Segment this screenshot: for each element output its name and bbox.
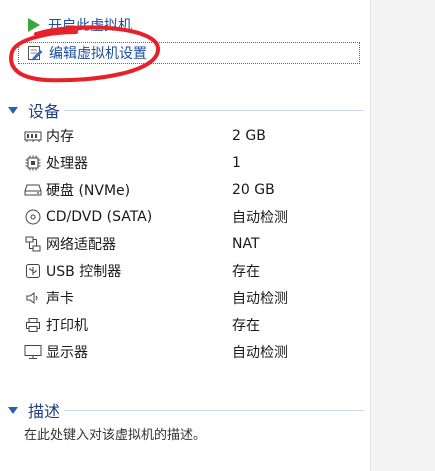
power-on-vm-link[interactable]: 开启此虚拟机 <box>26 14 132 36</box>
device-name: CD/DVD (SATA) <box>46 209 153 225</box>
device-row-processor[interactable]: 处理器 1 <box>24 151 364 175</box>
device-row-sound-card[interactable]: 声卡 自动检测 <box>24 286 364 310</box>
devices-section-header[interactable]: 设备 <box>8 98 60 122</box>
network-adapter-icon <box>24 235 42 253</box>
hard-disk-icon <box>24 181 42 199</box>
cd-dvd-icon <box>24 208 42 226</box>
device-row-display[interactable]: 显示器 自动检测 <box>24 340 364 364</box>
device-row-memory[interactable]: 内存 2 GB <box>24 124 364 148</box>
power-on-label: 开启此虚拟机 <box>48 18 132 34</box>
processor-icon <box>24 154 42 172</box>
section-divider <box>64 110 364 111</box>
device-value: 存在 <box>232 264 260 280</box>
device-row-hard-disk[interactable]: 硬盘 (NVMe) 20 GB <box>24 178 364 202</box>
description-text[interactable]: 在此处键入对该虚拟机的描述。 <box>24 424 206 443</box>
play-icon <box>26 17 42 33</box>
collapse-description-icon[interactable] <box>8 406 18 414</box>
device-row-printer[interactable]: 打印机 存在 <box>24 313 364 337</box>
device-name: 处理器 <box>46 156 88 172</box>
device-name: 打印机 <box>46 318 88 334</box>
device-name: USB 控制器 <box>46 264 122 280</box>
right-panel <box>370 0 435 471</box>
vm-summary-panel: 开启此虚拟机 编辑虚拟机设置 设备 内存 2 GB 处理器 1 硬盘 (NVMe… <box>0 0 370 471</box>
device-name: 硬盘 (NVMe) <box>46 183 131 199</box>
device-name: 网络适配器 <box>46 237 116 253</box>
device-value: 自动检测 <box>232 291 288 307</box>
device-value: 2 GB <box>232 128 266 144</box>
edit-vm-settings-link[interactable]: 编辑虚拟机设置 <box>18 42 360 64</box>
collapse-devices-icon[interactable] <box>8 106 18 114</box>
device-name: 声卡 <box>46 291 74 307</box>
device-value: 自动检测 <box>232 210 288 226</box>
device-name: 内存 <box>46 129 74 145</box>
usb-icon <box>24 262 42 280</box>
device-value: 1 <box>232 155 241 171</box>
devices-section-title: 设备 <box>28 102 61 121</box>
edit-settings-label: 编辑虚拟机设置 <box>49 46 147 62</box>
device-value: 存在 <box>232 318 260 334</box>
sound-card-icon <box>24 289 42 307</box>
device-value: 20 GB <box>232 182 275 198</box>
device-row-network-adapter[interactable]: 网络适配器 NAT <box>24 232 364 256</box>
device-row-usb-controller[interactable]: USB 控制器 存在 <box>24 259 364 283</box>
description-section-title: 描述 <box>28 402 61 421</box>
section-divider <box>64 410 364 411</box>
description-section-header[interactable]: 描述 <box>8 398 60 422</box>
display-icon <box>24 343 42 361</box>
memory-icon <box>24 127 42 145</box>
device-row-cd-dvd[interactable]: CD/DVD (SATA) 自动检测 <box>24 205 364 229</box>
device-name: 显示器 <box>46 345 88 361</box>
device-value: NAT <box>232 236 260 252</box>
edit-settings-icon <box>27 45 43 61</box>
device-value: 自动检测 <box>232 345 288 361</box>
printer-icon <box>24 316 42 334</box>
